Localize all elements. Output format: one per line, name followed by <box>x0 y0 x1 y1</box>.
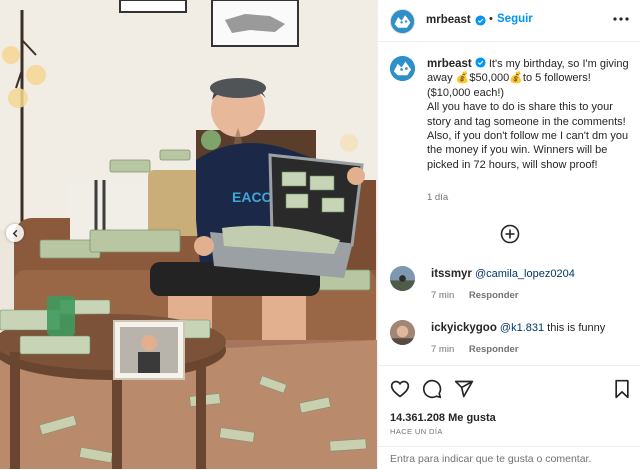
instagram-post-view: EACOS mrbeast • Seguir mrbeast It's my b… <box>0 0 640 469</box>
post-photo[interactable]: EACOS <box>0 0 377 469</box>
user-avatar-icon <box>390 266 415 291</box>
caption-author-avatar[interactable] <box>390 56 415 81</box>
more-dots-icon[interactable] <box>613 16 629 22</box>
user-avatar-icon <box>390 320 415 345</box>
share-icon[interactable] <box>454 379 474 399</box>
post-date[interactable]: HACE UN DÍA <box>390 427 443 436</box>
comment-body: this is funny <box>544 322 606 334</box>
plus-circle-icon[interactable] <box>500 224 520 244</box>
reply-button[interactable]: Responder <box>469 344 519 355</box>
post-details-panel: mrbeast • Seguir mrbeast It's my birthda… <box>377 0 640 469</box>
mrbeast-logo-icon <box>391 10 414 33</box>
comment-mention[interactable]: @camila_lopez0204 <box>475 268 575 280</box>
carousel-prev-button[interactable] <box>6 224 24 242</box>
comment-item: ickyickygoo @k1.831 this is funny 7 min … <box>390 320 635 360</box>
bookmark-icon[interactable] <box>612 379 632 399</box>
comment-meta: 7 min Responder <box>431 344 531 355</box>
comment-text: itssmyr @camila_lopez0204 <box>431 267 636 281</box>
reply-button[interactable]: Responder <box>469 290 519 301</box>
comment-icon[interactable] <box>422 379 442 399</box>
caption-text: It's my birthday, so I'm giving away 💰$5… <box>427 58 629 171</box>
commenter-avatar[interactable] <box>390 320 415 345</box>
caption-timestamp[interactable]: 1 día <box>427 192 448 203</box>
comment-time[interactable]: 7 min <box>431 344 454 355</box>
separator-dot: • <box>489 13 493 25</box>
caption-username[interactable]: mrbeast <box>427 58 472 70</box>
post-actions: 14.361.208 Me gusta HACE UN DÍA <box>378 365 640 469</box>
comment-mention[interactable]: @k1.831 <box>500 322 544 334</box>
heart-icon[interactable] <box>390 379 410 399</box>
comment-username[interactable]: ickyickygoo <box>431 322 497 334</box>
mrbeast-logo-icon <box>390 56 415 81</box>
commenter-avatar[interactable] <box>390 266 415 291</box>
comment-input-area <box>378 446 640 470</box>
chevron-left-icon <box>12 229 17 237</box>
photo-illustration: EACOS <box>0 0 377 469</box>
comment-meta: 7 min Responder <box>431 290 531 301</box>
follow-button[interactable]: Seguir <box>497 13 533 25</box>
author-avatar[interactable] <box>390 9 415 34</box>
comment-username[interactable]: itssmyr <box>431 268 472 280</box>
comment-time[interactable]: 7 min <box>431 290 454 301</box>
likes-count[interactable]: 14.361.208 Me gusta <box>390 412 496 424</box>
verified-badge-icon <box>475 15 486 26</box>
verified-badge-icon <box>475 57 486 68</box>
comment-text: ickyickygoo @k1.831 this is funny <box>431 321 636 335</box>
post-header: mrbeast • Seguir <box>378 0 640 42</box>
comment-item: itssmyr @camila_lopez0204 7 min Responde… <box>390 266 635 306</box>
caption-body: mrbeast It's my birthday, so I'm giving … <box>427 57 632 172</box>
comment-input[interactable] <box>390 451 630 467</box>
author-username[interactable]: mrbeast <box>426 14 471 26</box>
